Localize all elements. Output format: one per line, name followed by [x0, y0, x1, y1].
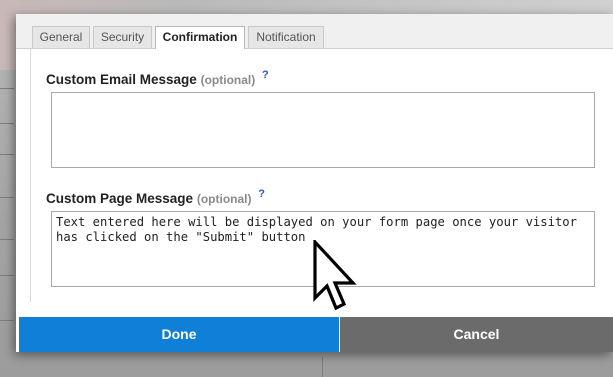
- page-optional-note: (optional): [196, 192, 252, 206]
- background-rule: [0, 320, 14, 321]
- background-rule: [0, 123, 14, 124]
- email-message-label-text: Custom Email Message: [46, 72, 197, 87]
- mouse-pointer-icon: [313, 240, 357, 311]
- email-optional-note: (optional): [200, 73, 256, 87]
- background-rule: [0, 154, 14, 155]
- background-rule: [0, 239, 14, 240]
- background-rule: [0, 275, 14, 276]
- page-help-icon[interactable]: ?: [258, 188, 265, 200]
- page-message-label-text: Custom Page Message: [46, 191, 194, 206]
- email-help-icon[interactable]: ?: [262, 69, 269, 81]
- email-message-label: Custom Email Message (optional) ?: [46, 69, 269, 87]
- background-divider: [322, 357, 323, 377]
- done-button[interactable]: Done: [19, 317, 339, 352]
- dialog-footer: Done Cancel: [19, 317, 613, 352]
- custom-email-message-textarea[interactable]: [51, 92, 595, 168]
- background-rule: [0, 88, 14, 89]
- cancel-button[interactable]: Cancel: [340, 317, 613, 352]
- tab-confirmation[interactable]: Confirmation: [155, 26, 245, 49]
- tab-notification[interactable]: Notification: [248, 26, 324, 48]
- tab-security[interactable]: Security: [93, 26, 152, 48]
- background-rule: [0, 197, 14, 198]
- tab-bar: General Security Confirmation Notificati…: [16, 14, 613, 49]
- page-message-label: Custom Page Message (optional) ?: [46, 188, 265, 206]
- tab-general[interactable]: General: [32, 26, 90, 48]
